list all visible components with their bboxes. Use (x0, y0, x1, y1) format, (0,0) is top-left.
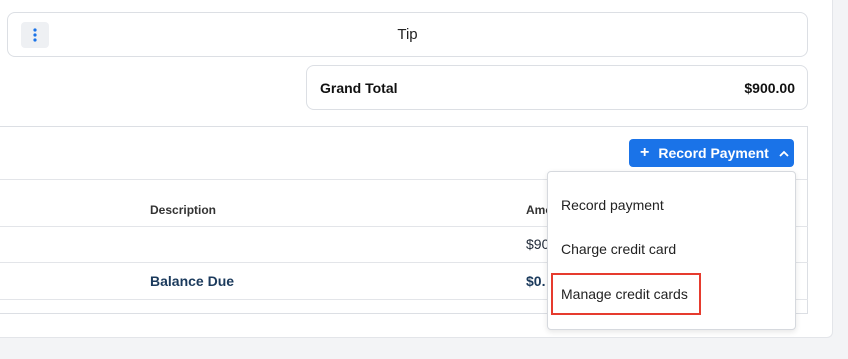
tip-row: Tip (7, 12, 808, 57)
menu-item-charge-credit-card[interactable]: Charge credit card (561, 241, 676, 257)
grand-total-box: Grand Total $900.00 (306, 65, 808, 110)
record-payment-button[interactable]: + Record Payment (629, 139, 794, 167)
chevron-up-icon (779, 150, 789, 157)
balance-due-label: Balance Due (150, 273, 235, 289)
plus-icon: + (640, 144, 650, 161)
grand-total-value: $900.00 (744, 80, 795, 96)
balance-due-amount: $0. (526, 273, 546, 289)
tip-label: Tip (397, 26, 418, 43)
row-amount: $90 (526, 236, 550, 252)
record-payment-label: Record Payment (658, 145, 769, 161)
grand-total-label: Grand Total (320, 80, 398, 96)
menu-item-record-payment[interactable]: Record payment (561, 197, 664, 213)
column-header-description: Description (150, 203, 217, 217)
highlight-box (551, 273, 701, 315)
